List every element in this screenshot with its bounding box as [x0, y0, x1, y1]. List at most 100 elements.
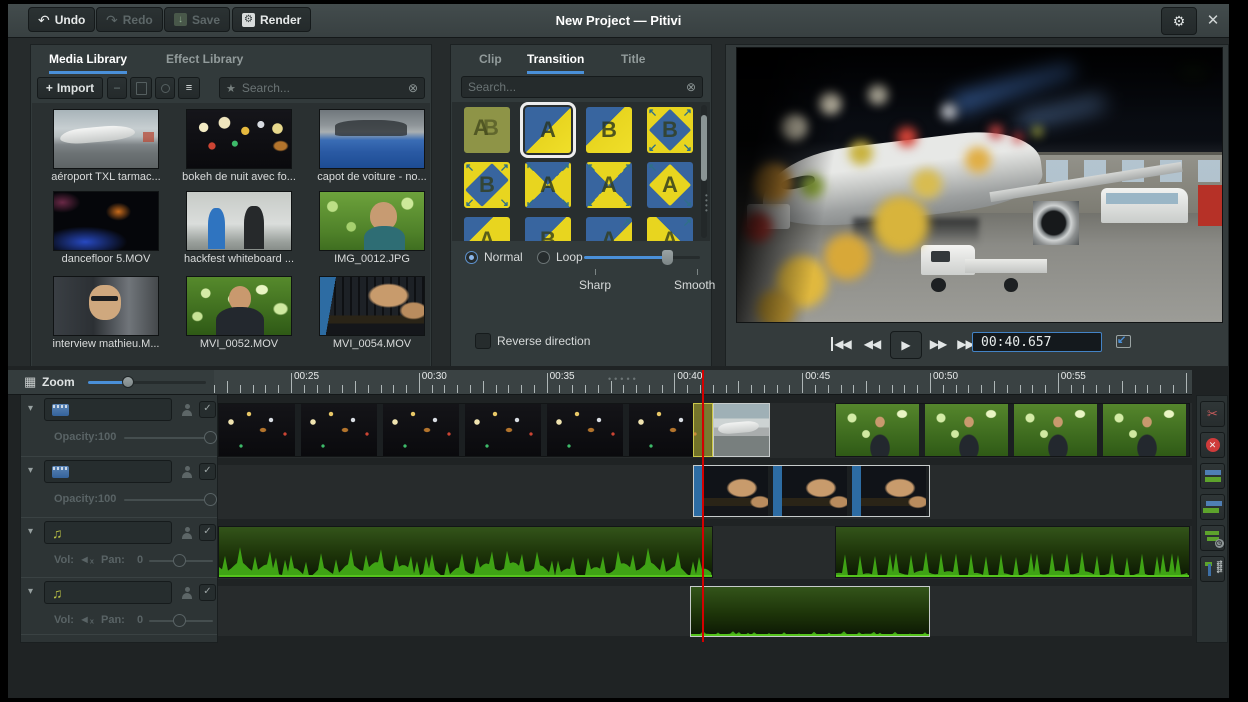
transition-vertical-diamond-b[interactable]: B↖↗↙↘ [464, 162, 510, 208]
opacity-slider-knob[interactable] [204, 431, 217, 444]
media-item-keyboard[interactable]: MVI_0054.MOV [306, 276, 438, 350]
person-icon[interactable] [181, 587, 193, 599]
clear-search-icon[interactable]: ⊗ [408, 81, 418, 95]
media-item-phonecall[interactable]: IMG_0012.JPG [306, 191, 438, 265]
person-icon[interactable] [181, 404, 193, 416]
ruler-label: 00:30 [422, 371, 447, 382]
audio-waveform-clip-3[interactable] [690, 586, 930, 637]
track-header-audio-2: ▾♫✓Vol:◄ₓPan:0 [21, 518, 217, 578]
media-item-bokeh[interactable]: bokeh de nuit avec fo... [173, 109, 305, 183]
tab-media-library[interactable]: Media Library [49, 47, 127, 74]
tab-effect-library[interactable]: Effect Library [166, 47, 243, 71]
transition-crossfade[interactable]: AB [464, 107, 510, 153]
undock-viewer-button[interactable] [1116, 335, 1131, 348]
track-name-field[interactable] [44, 398, 172, 421]
track-expander[interactable]: ▾ [28, 526, 33, 537]
person-icon[interactable] [181, 527, 193, 539]
opacity-slider-knob[interactable] [204, 493, 217, 506]
media-item-whiteboard[interactable]: hackfest whiteboard ... [173, 191, 305, 265]
remove-asset-button[interactable]: − [107, 77, 127, 99]
split-button[interactable]: ✂ [1200, 401, 1225, 427]
insert-end-button[interactable] [155, 77, 175, 99]
track-enabled-checkbox[interactable]: ✓ [199, 463, 216, 480]
pan-slider-knob[interactable] [173, 614, 186, 627]
clip-properties-button[interactable] [130, 77, 152, 99]
tab-transition[interactable]: Transition [527, 47, 584, 74]
border-slider-knob[interactable] [662, 250, 673, 265]
media-item-interview[interactable]: interview mathieu.M... [40, 276, 172, 350]
border-slider[interactable] [584, 256, 700, 259]
play-button[interactable]: ▶ [890, 331, 922, 359]
mute-speaker-icon[interactable]: ◄ₓ [79, 554, 94, 566]
ungroup-button[interactable] [1200, 494, 1225, 520]
reverse-direction-checkbox[interactable] [475, 333, 491, 349]
transition-diag-wipe-a[interactable]: A↗ [586, 217, 632, 241]
track-name-field[interactable]: ♫ [44, 521, 172, 544]
render-button[interactable]: ⚙ Render [232, 7, 311, 32]
delete-button[interactable]: ✕ [1200, 432, 1225, 458]
clear-search-icon[interactable]: ⊗ [686, 80, 696, 94]
close-button[interactable]: ✕ [1201, 7, 1225, 33]
person-icon[interactable] [181, 466, 193, 478]
airport-video-clip[interactable] [713, 403, 770, 457]
panel-resize-handle[interactable]: •••• [705, 193, 709, 213]
transition-bar-wipe-diagonal-a[interactable]: A [525, 107, 571, 153]
timecode-field[interactable]: 00:40.657 [972, 332, 1102, 352]
opacity-slider[interactable] [124, 499, 212, 501]
transition-diamond-in-a[interactable]: A↖↘ [647, 162, 693, 208]
pan-slider-knob[interactable] [173, 554, 186, 567]
track-expander[interactable]: ▾ [28, 586, 33, 597]
media-item-foliage-man[interactable]: MVI_0052.MOV [173, 276, 305, 350]
opacity-slider[interactable] [124, 437, 212, 439]
menu-button[interactable]: ⚙ [1161, 7, 1197, 35]
keyboard-video-clip[interactable] [693, 465, 930, 517]
zoom-slider-knob[interactable] [122, 376, 134, 388]
save-button[interactable]: ↓ Save [164, 7, 230, 32]
foliage-man-video-clip[interactable] [835, 403, 1190, 457]
group-button[interactable] [1200, 463, 1225, 489]
transition-corner-wipe-a[interactable]: A↙ [464, 217, 510, 241]
transition-corner-wipe-b[interactable]: B↘ [525, 217, 571, 241]
tab-title[interactable]: Title [621, 47, 645, 71]
audio-waveform-clip-1[interactable] [218, 526, 713, 578]
gapless-mode-button[interactable]: ⇄⇄⇄ [1200, 556, 1225, 582]
transition-search-input[interactable]: Search... ⊗ [461, 76, 703, 98]
track-name-field[interactable]: ♫ [44, 581, 172, 604]
track-enabled-checkbox[interactable]: ✓ [199, 584, 216, 601]
seek-forward-button[interactable]: ▶▶ [926, 333, 950, 355]
track-enabled-checkbox[interactable]: ✓ [199, 524, 216, 541]
media-search-input[interactable]: ★ Search... ⊗ [219, 77, 425, 99]
tab-clip[interactable]: Clip [479, 47, 502, 71]
transition-diag-wipe-a2[interactable]: A↗ [647, 217, 693, 241]
view-mode-button[interactable]: ≡ [178, 77, 200, 99]
zoom-slider[interactable] [88, 381, 206, 384]
transition-bar-wipe-diagonal-b[interactable]: B [586, 107, 632, 153]
media-item-car[interactable]: capot de voiture - no... [306, 109, 438, 183]
transitions-scrollbar[interactable] [701, 105, 707, 238]
bokeh-night-video-clip[interactable] [218, 403, 713, 457]
pane-resize-handle[interactable]: ••••• [608, 374, 639, 384]
preview-tug-window [931, 251, 950, 262]
track-name-field[interactable] [44, 460, 172, 483]
skip-backward-button[interactable]: ◀◀ [828, 333, 854, 355]
undo-label: Undo [55, 13, 86, 27]
track-enabled-checkbox[interactable]: ✓ [199, 401, 216, 418]
track-expander[interactable]: ▾ [28, 465, 33, 476]
playhead[interactable] [702, 370, 704, 642]
track-expander[interactable]: ▾ [28, 403, 33, 414]
import-button[interactable]: + Import [37, 77, 103, 99]
loop-radio[interactable] [537, 251, 550, 264]
undo-button[interactable]: ↶ Undo [28, 7, 95, 32]
transition-diamond-out-b[interactable]: B↖↗↙↘ [647, 107, 693, 153]
transition-cross-wipe-a[interactable]: A↖↗↙↘ [586, 162, 632, 208]
normal-radio[interactable] [465, 251, 478, 264]
ruler-label: 00:40 [677, 371, 702, 382]
redo-button[interactable]: ↷ Redo [96, 7, 163, 32]
mute-speaker-icon[interactable]: ◄ₓ [79, 614, 94, 626]
align-button[interactable]: ◷ [1200, 525, 1225, 551]
transition-bowtie-a[interactable]: A↖↗↙↘ [525, 162, 571, 208]
media-item-airport[interactable]: aéroport TXL tarmac... [40, 109, 172, 183]
media-item-dancefloor[interactable]: dancefloor 5.MOV [40, 191, 172, 265]
seek-backward-button[interactable]: ◀◀ [860, 333, 884, 355]
audio-waveform-clip-2[interactable] [835, 526, 1190, 578]
